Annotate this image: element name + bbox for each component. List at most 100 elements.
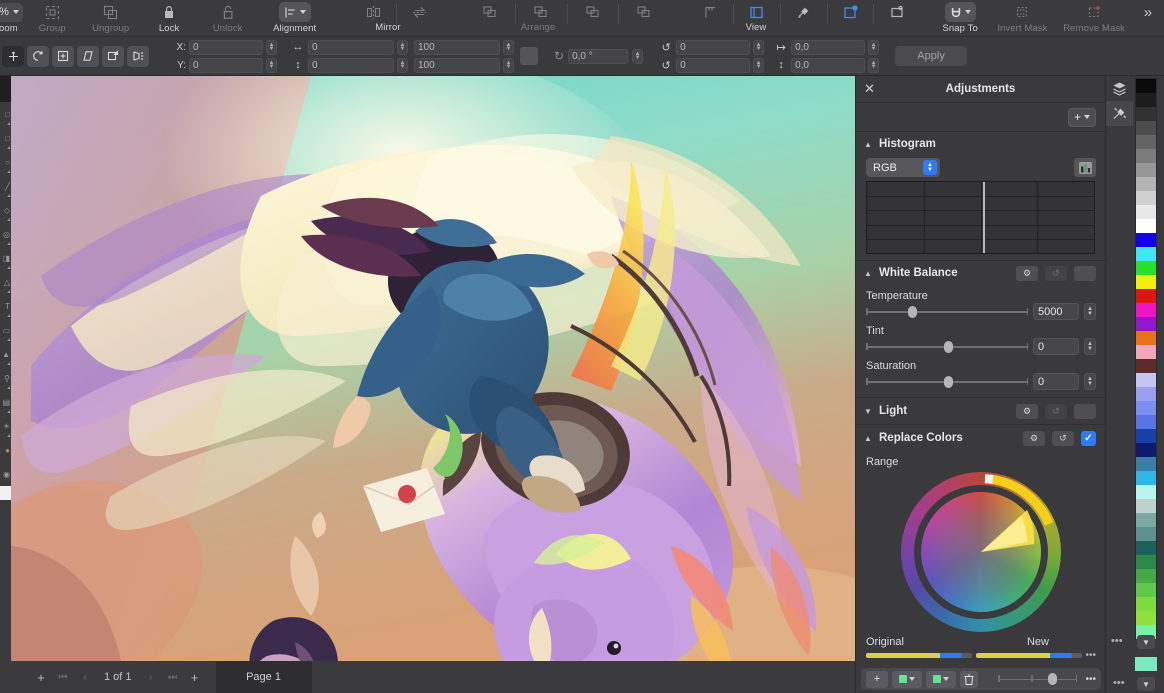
color-swatch[interactable] (1136, 163, 1156, 177)
tool-crop[interactable]: □ (0, 102, 11, 126)
settings-gear-icon[interactable]: ⚙ (1016, 266, 1038, 281)
toolbar-ruler[interactable] (691, 0, 729, 36)
prev-page-icon[interactable]: ‹ (74, 672, 96, 683)
reset-icon[interactable]: ↺ (1052, 431, 1074, 446)
x-stepper[interactable]: ▲▼ (266, 40, 277, 55)
flip-button[interactable] (102, 46, 124, 67)
page-tab[interactable]: Page 1 (216, 661, 312, 693)
saturation-value[interactable]: 0 (1033, 373, 1079, 390)
last-page-icon[interactable]: ⏭ (162, 672, 184, 683)
y-input[interactable]: 0 (189, 58, 263, 73)
shear-y-input[interactable]: 0 (676, 58, 750, 73)
settings-gear-icon[interactable]: ⚙ (1016, 404, 1038, 419)
swatch-more-icon-2[interactable]: ••• (1113, 677, 1125, 689)
original-color-ramp[interactable] (866, 653, 972, 658)
tool-gradient[interactable]: ▲ (0, 342, 11, 366)
color-swatch[interactable] (1136, 401, 1156, 415)
toolbar-ungroup[interactable]: Ungroup (81, 0, 140, 36)
toolbar-group[interactable]: Group (23, 0, 82, 36)
fit-selection-button[interactable] (52, 46, 74, 67)
color-swatch[interactable] (1136, 387, 1156, 401)
color-swatch[interactable] (1136, 555, 1156, 569)
color-swatch[interactable] (1136, 415, 1156, 429)
tint-stepper[interactable]: ▲▼ (1084, 338, 1096, 355)
color-swatch[interactable] (1136, 177, 1156, 191)
skew-button[interactable] (77, 46, 99, 67)
apply-button[interactable]: Apply (895, 46, 967, 66)
disclosure-triangle-icon[interactable]: ▲ (864, 140, 872, 149)
tool-color-picker[interactable]: ● (0, 438, 11, 462)
toolbar-snap-to[interactable]: Snap To (932, 0, 989, 36)
toolbar-arrange-front[interactable] (469, 0, 511, 36)
saturation-slider[interactable] (866, 374, 1028, 390)
tool-blur[interactable]: ◨ (0, 246, 11, 270)
document-canvas[interactable] (11, 76, 855, 661)
color-swatch[interactable] (1136, 373, 1156, 387)
toolbar-overflow-button[interactable]: » (1132, 0, 1164, 36)
color-swatch[interactable] (1136, 135, 1156, 149)
temperature-stepper[interactable]: ▲▼ (1084, 303, 1096, 320)
color-swatch[interactable] (1136, 597, 1156, 611)
color-swatch[interactable] (1136, 261, 1156, 275)
layers-icon[interactable] (1106, 76, 1133, 101)
reset-icon[interactable]: ↺ (1045, 404, 1067, 419)
section-replace-colors[interactable]: ▲ Replace Colors ⚙ ↺ ✓ (856, 425, 1105, 451)
chevron-down-icon[interactable]: ▼ (1137, 635, 1155, 649)
scale-width-stepper[interactable]: ▲▼ (503, 40, 514, 55)
zoom-dropdown[interactable]: 5% (0, 3, 23, 22)
section-white-balance[interactable]: ▲ White Balance ⚙ ↺ (856, 261, 1105, 285)
tool-shape[interactable]: ▭ (0, 318, 11, 342)
move-tool-button[interactable] (2, 46, 24, 67)
reset-icon[interactable]: ↺ (1045, 266, 1067, 281)
tool-lasso[interactable]: ○ (0, 150, 11, 174)
rotation-input[interactable]: 0,0 ° (568, 49, 628, 64)
color-swatch[interactable] (1136, 247, 1156, 261)
toolbar-arrange-backward[interactable] (572, 0, 614, 36)
scale-height-stepper[interactable]: ▲▼ (503, 58, 514, 73)
color-swatch[interactable] (1136, 219, 1156, 233)
adjustments-icon[interactable] (1106, 101, 1133, 126)
close-icon[interactable]: ✕ (864, 81, 875, 97)
perspective-button[interactable] (127, 46, 149, 67)
snap-to-dropdown[interactable] (945, 2, 976, 22)
chevron-updown-icon[interactable]: ▲▼ (923, 160, 937, 175)
tool-brush[interactable]: ╱ (0, 174, 11, 198)
toolbar-view-tools[interactable] (785, 0, 823, 36)
next-page-icon[interactable]: › (140, 672, 162, 683)
add-layer-button[interactable]: + (866, 671, 888, 688)
color-swatch[interactable] (1136, 303, 1156, 317)
enable-toggle[interactable] (1074, 266, 1096, 281)
temperature-slider[interactable] (866, 304, 1028, 320)
offset-x-input[interactable]: 0,0 (791, 40, 865, 55)
shear-y-stepper[interactable]: ▲▼ (753, 58, 764, 73)
first-page-icon[interactable]: ⏮ (52, 672, 74, 683)
saturation-stepper[interactable]: ▲▼ (1084, 373, 1096, 390)
color-swatch[interactable] (1136, 289, 1156, 303)
opacity-slider[interactable] (998, 671, 1077, 687)
color-swatch[interactable] (1136, 121, 1156, 135)
tool-liquify[interactable]: ☀ (0, 414, 11, 438)
toolbar-arrange-back[interactable] (623, 0, 665, 36)
color-swatch[interactable] (1136, 457, 1156, 471)
color-swatch[interactable] (1136, 317, 1156, 331)
dock-more-icon[interactable]: ••• (1085, 674, 1096, 685)
height-stepper[interactable]: ▲▼ (397, 58, 408, 73)
disclosure-triangle-icon[interactable]: ▲ (864, 269, 872, 278)
zoom-control[interactable]: 5% Zoom (0, 0, 23, 36)
rotation-stepper[interactable]: ▲▼ (632, 49, 643, 64)
swatch-more-icon[interactable]: ••• (1111, 635, 1123, 647)
color-swatch[interactable] (1136, 541, 1156, 555)
rotate-button[interactable] (27, 46, 49, 67)
toolbar-lock[interactable]: Lock (140, 0, 199, 36)
enable-toggle[interactable] (1074, 404, 1096, 419)
adjustment-layer-button[interactable] (892, 671, 922, 688)
alignment-dropdown[interactable] (279, 2, 311, 22)
new-color-ramp[interactable] (976, 653, 1082, 658)
replace-colors-checkbox[interactable]: ✓ (1081, 431, 1096, 446)
offset-x-stepper[interactable]: ▲▼ (868, 40, 879, 55)
chevron-down-icon-2[interactable]: ▼ (1137, 677, 1155, 691)
shear-x-stepper[interactable]: ▲▼ (753, 40, 764, 55)
y-stepper[interactable]: ▲▼ (266, 58, 277, 73)
tool-move[interactable] (0, 76, 11, 102)
plus-icon[interactable]: + (30, 670, 52, 685)
